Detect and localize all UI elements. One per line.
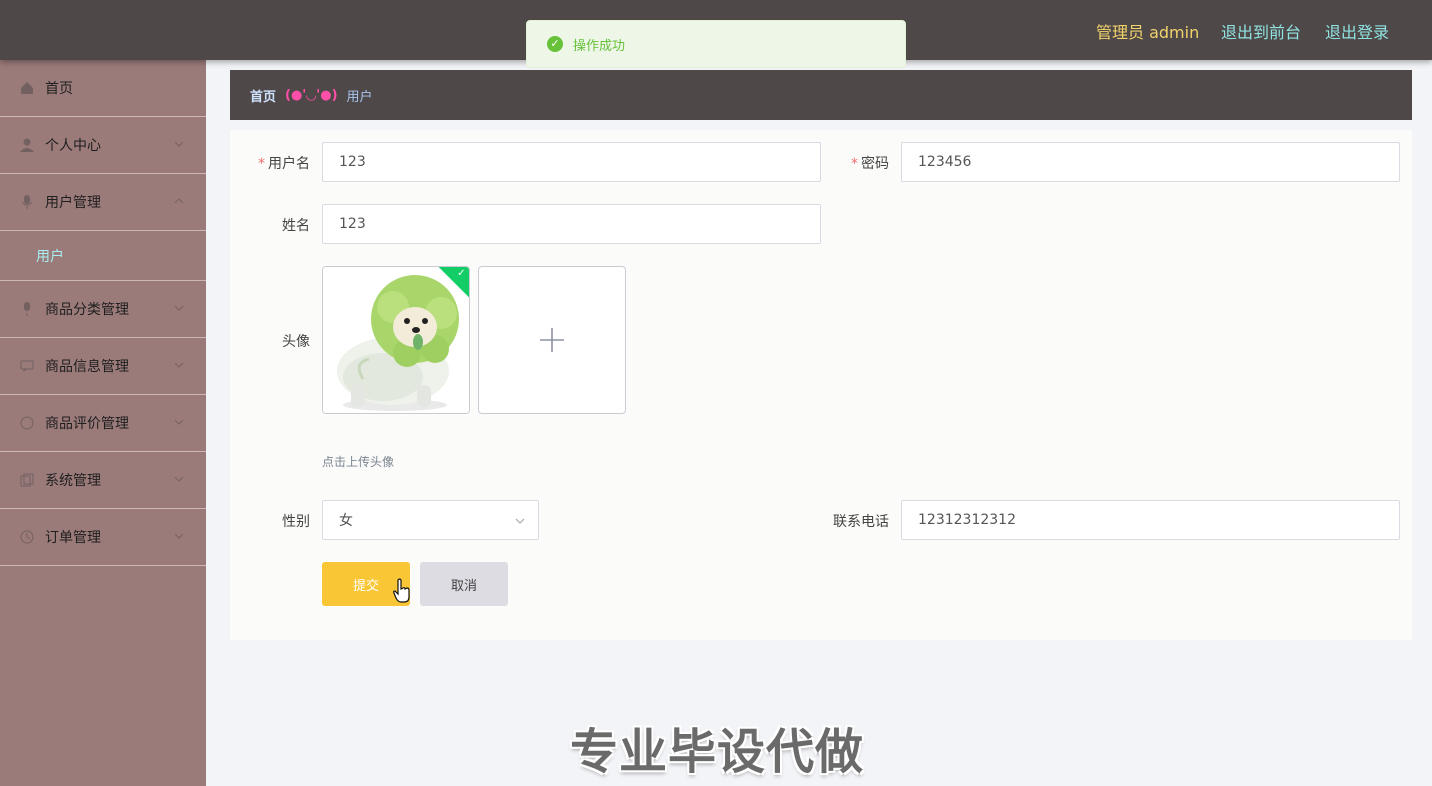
sidebar-item-label: 首页 [45,81,73,97]
success-toast: ✓ 操作成功 [526,20,906,68]
name-input[interactable]: 123 [322,204,821,244]
breadcrumb-separator: (●'◡'●) [285,87,338,103]
chevron-down-icon [174,533,184,539]
admin-label: 管理员 admin [1096,23,1200,42]
chevron-down-icon [174,141,184,147]
plus-icon [540,328,564,352]
circle-icon [20,416,34,430]
sidebar-item-label: 用户管理 [45,195,101,211]
avatar-label: 头像 [282,334,310,350]
breadcrumb: 首页 (●'◡'●) 用户 [230,70,1412,120]
mic-icon [24,302,30,316]
sidebar-item-label: 商品分类管理 [45,302,129,318]
chevron-down-icon [174,419,184,425]
sidebar-item-product-info[interactable]: 商品信息管理 [0,338,206,395]
chevron-down-icon [174,305,184,311]
cabbage-dog-image [323,267,469,413]
gender-select-value: 女 [339,513,353,529]
mic-icon [21,195,33,209]
user-form: * 用户名 123 * 密码 123456 姓名 123 头像 ✓ 点击上传头像… [230,130,1412,640]
chevron-up-icon [174,198,184,204]
sidebar-item-label: 系统管理 [45,473,101,489]
password-label: * 密码 [851,156,889,172]
sidebar: 首页 个人中心 用户管理 用户 商品分类管理 商品信息管理 商品评价管理 系统管… [0,60,206,786]
gender-label: 性别 [282,514,310,530]
gender-select[interactable]: 女 [322,500,539,540]
avatar-thumbnail[interactable]: ✓ [322,266,470,414]
phone-input[interactable]: 12312312312 [901,500,1400,540]
sidebar-subitem-user[interactable]: 用户 [0,231,206,281]
sidebar-item-orders[interactable]: 订单管理 [0,509,206,566]
sidebar-item-label: 商品评价管理 [45,416,129,432]
avatar-upload-button[interactable] [478,266,626,414]
sidebar-item-label: 订单管理 [45,530,101,546]
username-input[interactable]: 123 [322,142,821,182]
sidebar-item-personal-center[interactable]: 个人中心 [0,117,206,174]
logout-link[interactable]: 退出登录 [1325,19,1389,43]
user-icon [20,138,34,152]
back-to-frontend-link[interactable]: 退出到前台 [1221,19,1301,43]
home-icon [21,82,33,94]
hand-cursor-icon [393,578,410,603]
chevron-down-icon [515,518,525,524]
chevron-down-icon [174,362,184,368]
sidebar-item-system[interactable]: 系统管理 [0,452,206,509]
username-label: * 用户名 [258,156,310,172]
sidebar-item-label: 商品信息管理 [45,359,129,375]
chat-icon [20,360,34,372]
sidebar-item-label: 个人中心 [45,138,101,154]
success-check-icon: ✓ [547,36,563,52]
toast-message: 操作成功 [573,38,626,54]
phone-label: 联系电话 [833,514,889,530]
breadcrumb-home[interactable]: 首页 [250,86,276,105]
sidebar-item-home[interactable]: 首页 [0,60,206,117]
watermark-text: 专业毕设代做 [570,724,865,780]
sidebar-item-category-management[interactable]: 商品分类管理 [0,281,206,338]
breadcrumb-current: 用户 [346,89,373,105]
chevron-down-icon [174,476,184,482]
sidebar-subitem-label: 用户 [36,248,64,265]
sidebar-item-user-management[interactable]: 用户管理 [0,174,206,231]
password-input[interactable]: 123456 [901,142,1400,182]
clock-icon [20,530,34,544]
avatar-upload-hint: 点击上传头像 [322,455,395,469]
sidebar-item-product-review[interactable]: 商品评价管理 [0,395,206,452]
copy-icon [20,473,34,487]
cancel-button[interactable]: 取消 [420,562,508,606]
name-label: 姓名 [282,218,310,234]
